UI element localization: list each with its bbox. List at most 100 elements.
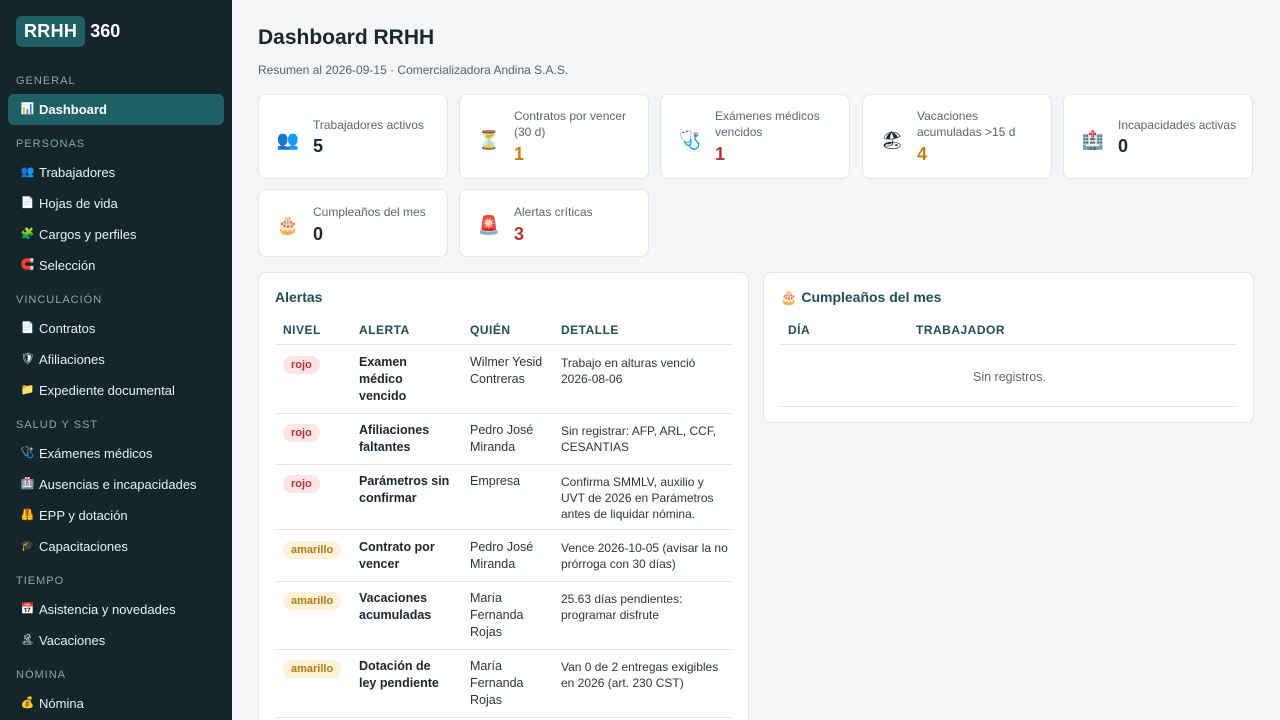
sidebar-item-label: Trabajadores xyxy=(39,165,116,180)
alerts-title: Alertas xyxy=(275,289,323,305)
birthdays-panel: 🎂 Cumpleaños del mes DÍA TRABAJADOR Sin re… xyxy=(763,272,1254,423)
kpi-label: Cumpleaños del mes xyxy=(313,205,426,219)
kpi-card-cumpleanos-del-mes[interactable]: 🎂 Cumpleaños del mes 0 xyxy=(258,189,448,257)
alerts-col-alerta: ALERTA xyxy=(359,323,410,337)
sidebar-item-afiliaciones[interactable]: 🛡 Afiliaciones xyxy=(0,344,232,375)
sidebar-item-hojas-de-vida[interactable]: 📄 Hojas de vida xyxy=(0,188,232,219)
alert-detail: Confirma SMMLV, auxilio y UVT de 2026 en… xyxy=(561,475,714,521)
kpi-label: Contratos por vencer (30 d) xyxy=(514,109,627,139)
birthdays-title: 🎂 Cumpleaños del mes xyxy=(780,289,941,306)
sidebar-item-label: Ausencias e incapacidades xyxy=(39,477,197,492)
status-badge: rojo xyxy=(283,424,320,442)
alerts-header-divider xyxy=(275,344,732,345)
kpi-card-incapacidades-activas[interactable]: 🏥 Incapacidades activas 0 xyxy=(1063,94,1253,179)
alert-detail: Van 0 de 2 entregas exigibles en 2026 (a… xyxy=(561,660,719,690)
capacitaciones-icon: 🎓 xyxy=(20,540,35,552)
table-row-divider xyxy=(275,529,732,530)
vacaciones-icon: 🏝 xyxy=(20,634,35,646)
asistencia-y-novedades-icon: 📅 xyxy=(20,603,35,615)
brand-logo[interactable]: RRHH 360 xyxy=(16,16,120,47)
sidebar-item-label: Capacitaciones xyxy=(39,539,128,554)
birthdays-header-divider xyxy=(780,344,1237,345)
status-badge: amarillo xyxy=(283,592,342,610)
kpi-card-examenes-medicos-vencidos[interactable]: 🩺 Exámenes médicos vencidos 1 xyxy=(660,94,850,179)
alerts-col-quien: QUIÉN xyxy=(470,323,511,337)
alert-name[interactable]: Examen médico vencido xyxy=(359,354,407,405)
sidebar-item-nomina[interactable]: 💰 Nómina xyxy=(0,688,232,719)
kpi-value: 4 xyxy=(917,144,928,164)
sidebar-item-contratos[interactable]: 📄 Contratos xyxy=(0,313,232,344)
alerts-panel: Alertas NIVEL ALERTA QUIÉN DETALLE rojo Exame… xyxy=(258,272,749,720)
expediente-documental-icon: 📁 xyxy=(20,384,35,396)
table-row-divider xyxy=(275,413,732,414)
kpi-label: Trabajadores activos xyxy=(313,118,424,132)
dashboard-icon: 📊 xyxy=(20,103,35,115)
sidebar: RRHH 360 GENERAL 📊 Dashboard PERSONAS 👥 Traba… xyxy=(0,0,232,720)
sidebar-item-label: Expediente documental xyxy=(39,383,175,398)
alert-name[interactable]: Afiliaciones faltantes xyxy=(359,422,429,456)
kpi-card-trabajadores-activos[interactable]: 👥 Trabajadores activos 5 xyxy=(258,94,448,179)
alerts-col-nivel: NIVEL xyxy=(283,323,321,337)
kpi-value: 0 xyxy=(313,224,324,244)
sidebar-item-label: Afiliaciones xyxy=(39,352,105,367)
brand-number: 360 xyxy=(90,21,121,41)
birthdays-bottom-divider xyxy=(780,406,1237,407)
kpi-card-contratos-por-vencer-30-d[interactable]: ⏳ Contratos por vencer (30 d) 1 xyxy=(459,94,649,179)
status-badge: rojo xyxy=(283,356,320,374)
sidebar-item-label: Dashboard xyxy=(39,102,107,117)
alert-who: María Fernanda Rojas xyxy=(470,659,524,707)
sidebar-item-vacaciones[interactable]: 🏝 Vacaciones xyxy=(0,625,232,656)
alert-name[interactable]: Dotación de ley pendiente xyxy=(359,658,439,692)
section-title-general: GENERAL xyxy=(16,75,76,87)
contratos-por-vencer-30-d-icon: ⏳ xyxy=(477,130,501,150)
sidebar-item-trabajadores[interactable]: 👥 Trabajadores xyxy=(0,157,232,188)
kpi-card-alertas-criticas[interactable]: 🚨 Alertas críticas 3 xyxy=(459,189,649,257)
alert-detail: Vence 2026-10-05 (avisar la no prórroga … xyxy=(561,541,728,571)
birthdays-col-dia: DÍA xyxy=(788,323,811,337)
status-badge: amarillo xyxy=(283,660,342,678)
alert-detail: Sin registrar: AFP, ARL, CCF, CESANTIAS xyxy=(561,424,717,454)
sidebar-item-label: Exámenes médicos xyxy=(39,446,153,461)
cake-icon: 🎂 xyxy=(780,289,798,305)
trabajadores-activos-icon: 👥 xyxy=(276,130,300,150)
sidebar-item-ausencias-e-incapacidades[interactable]: 🏥 Ausencias e incapacidades xyxy=(0,469,232,500)
sidebar-item-asistencia-y-novedades[interactable]: 📅 Asistencia y novedades xyxy=(0,594,232,625)
status-badge: amarillo xyxy=(283,541,342,559)
alert-who: María Fernanda Rojas xyxy=(470,591,524,639)
sidebar-item-capacitaciones[interactable]: 🎓 Capacitaciones xyxy=(0,531,232,562)
sidebar-item-epp-y-dotacion[interactable]: 🦺 EPP y dotación xyxy=(0,500,232,531)
alert-who: Empresa xyxy=(470,474,521,488)
hojas-de-vida-icon: 📄 xyxy=(20,197,35,209)
vacaciones-acumuladas-15-d-icon: 🏖 xyxy=(880,130,904,150)
nomina-icon: 💰 xyxy=(20,697,35,709)
page-title: Dashboard RRHH xyxy=(258,26,435,49)
sidebar-item-seleccion[interactable]: 🧲 Selección xyxy=(0,250,232,281)
sidebar-nav: GENERAL 📊 Dashboard PERSONAS 👥 Trabajadores 📄 H… xyxy=(0,62,232,719)
table-row-divider xyxy=(275,464,732,465)
kpi-card-vacaciones-acumuladas-15-d[interactable]: 🏖 Vacaciones acumuladas >15 d 4 xyxy=(862,94,1052,179)
birthdays-title-text: Cumpleaños del mes xyxy=(801,289,942,305)
kpi-label: Exámenes médicos vencidos xyxy=(715,109,820,139)
section-title-personas: PERSONAS xyxy=(16,138,86,150)
sidebar-item-label: EPP y dotación xyxy=(39,508,128,523)
alert-detail: Trabajo en alturas venció 2026-08-06 xyxy=(561,356,696,386)
examenes-medicos-vencidos-icon: 🩺 xyxy=(678,130,702,150)
sidebar-item-label: Nómina xyxy=(39,696,84,711)
sidebar-item-label: Asistencia y novedades xyxy=(39,602,176,617)
alert-name[interactable]: Parámetros sin confirmar xyxy=(359,473,449,507)
status-badge: rojo xyxy=(283,475,320,493)
sidebar-item-label: Vacaciones xyxy=(39,633,106,648)
kpi-value: 1 xyxy=(715,144,726,164)
alert-name[interactable]: Vacaciones acumuladas xyxy=(359,590,431,624)
sidebar-item-cargos-y-perfiles[interactable]: 🧩 Cargos y perfiles xyxy=(0,219,232,250)
alerts-col-detalle: DETALLE xyxy=(561,323,619,337)
contratos-icon: 📄 xyxy=(20,322,35,334)
kpi-value: 0 xyxy=(1118,136,1129,156)
table-row-divider xyxy=(275,649,732,650)
kpi-label: Alertas críticas xyxy=(514,205,593,219)
alert-name[interactable]: Contrato por vencer xyxy=(359,539,435,573)
kpi-label: Incapacidades activas xyxy=(1118,118,1237,132)
sidebar-item-examenes-medicos[interactable]: 🩺 Exámenes médicos xyxy=(0,438,232,469)
sidebar-item-expediente-documental[interactable]: 📁 Expediente documental xyxy=(0,375,232,406)
sidebar-item-dashboard[interactable]: 📊 Dashboard xyxy=(8,94,224,125)
